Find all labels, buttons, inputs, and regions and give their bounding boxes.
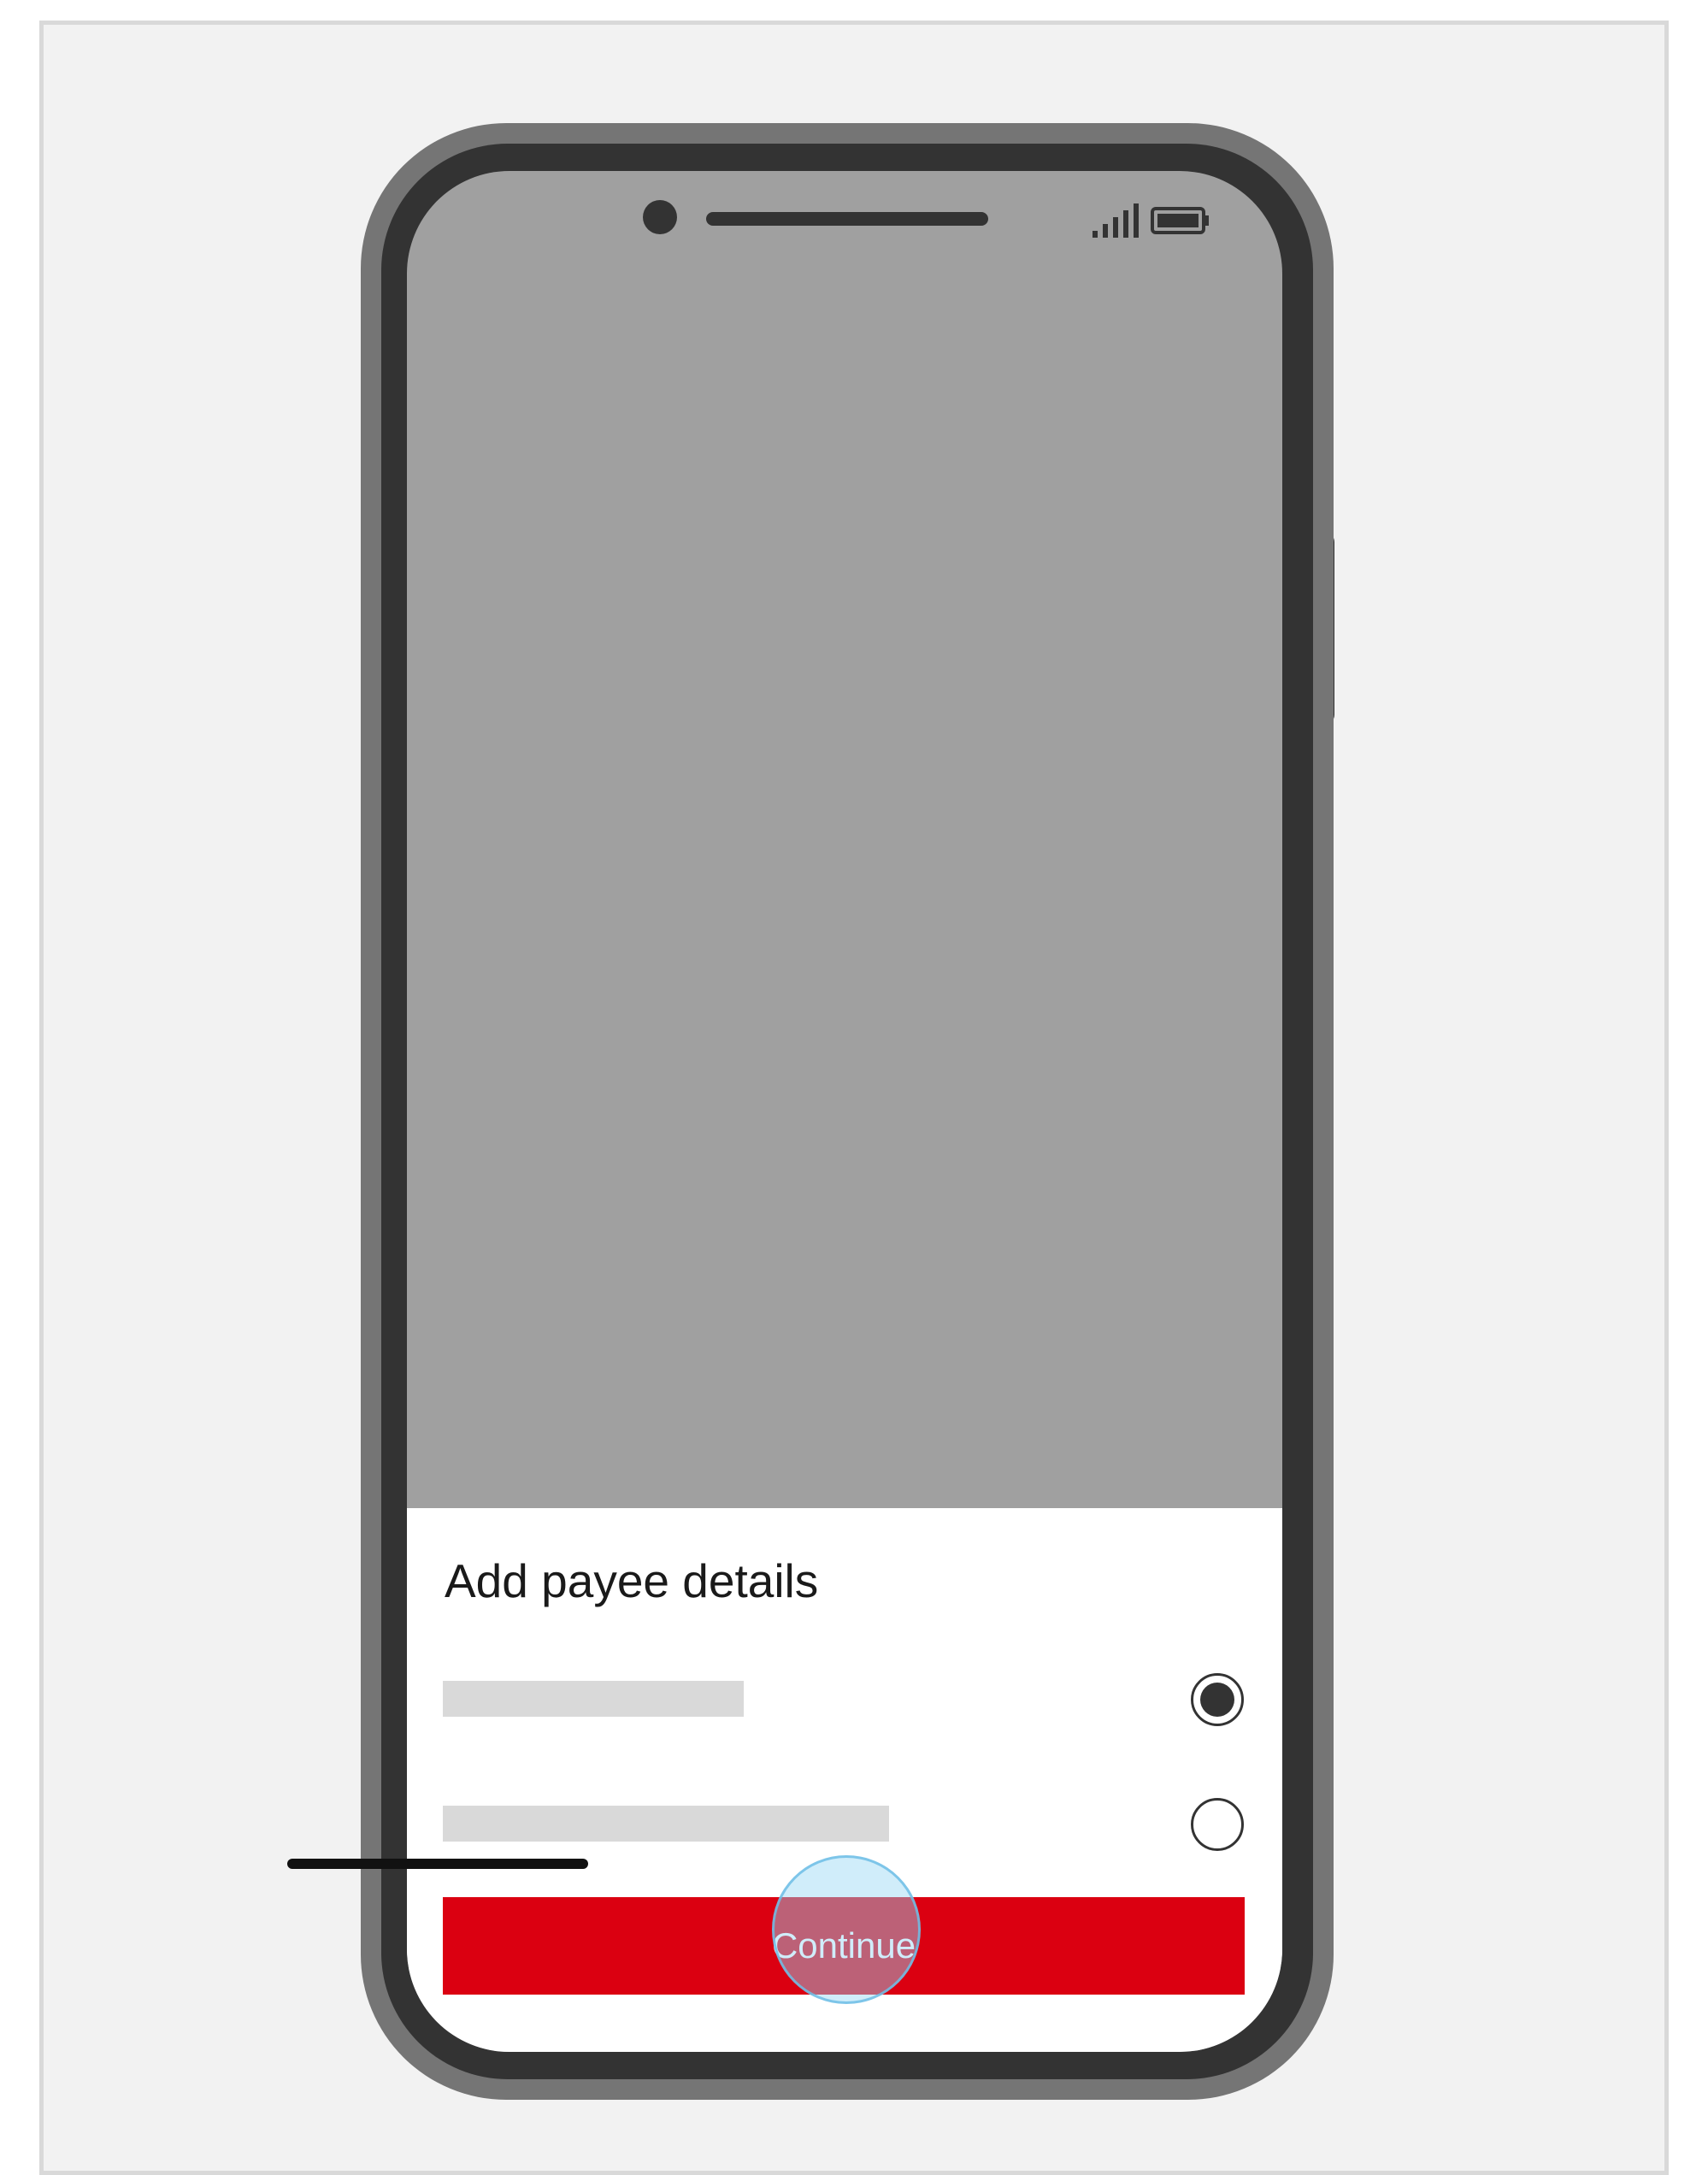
option-2-label-placeholder — [443, 1806, 889, 1842]
signal-icon — [1093, 203, 1139, 238]
radio-selected-dot — [1200, 1683, 1234, 1717]
sheet-title: Add payee details — [445, 1554, 819, 1607]
option-1-radio[interactable] — [1191, 1673, 1244, 1726]
bottom-sheet: Add payee details Continue — [407, 1508, 1282, 2052]
phone-screen: Add payee details Continue — [407, 171, 1282, 2052]
option-2-radio[interactable] — [1191, 1798, 1244, 1851]
front-camera — [643, 200, 677, 234]
home-indicator — [287, 1859, 588, 1869]
continue-button[interactable]: Continue — [443, 1897, 1245, 1995]
battery-icon — [1151, 207, 1209, 234]
earpiece-speaker — [706, 212, 988, 226]
option-1-label-placeholder — [443, 1681, 744, 1717]
